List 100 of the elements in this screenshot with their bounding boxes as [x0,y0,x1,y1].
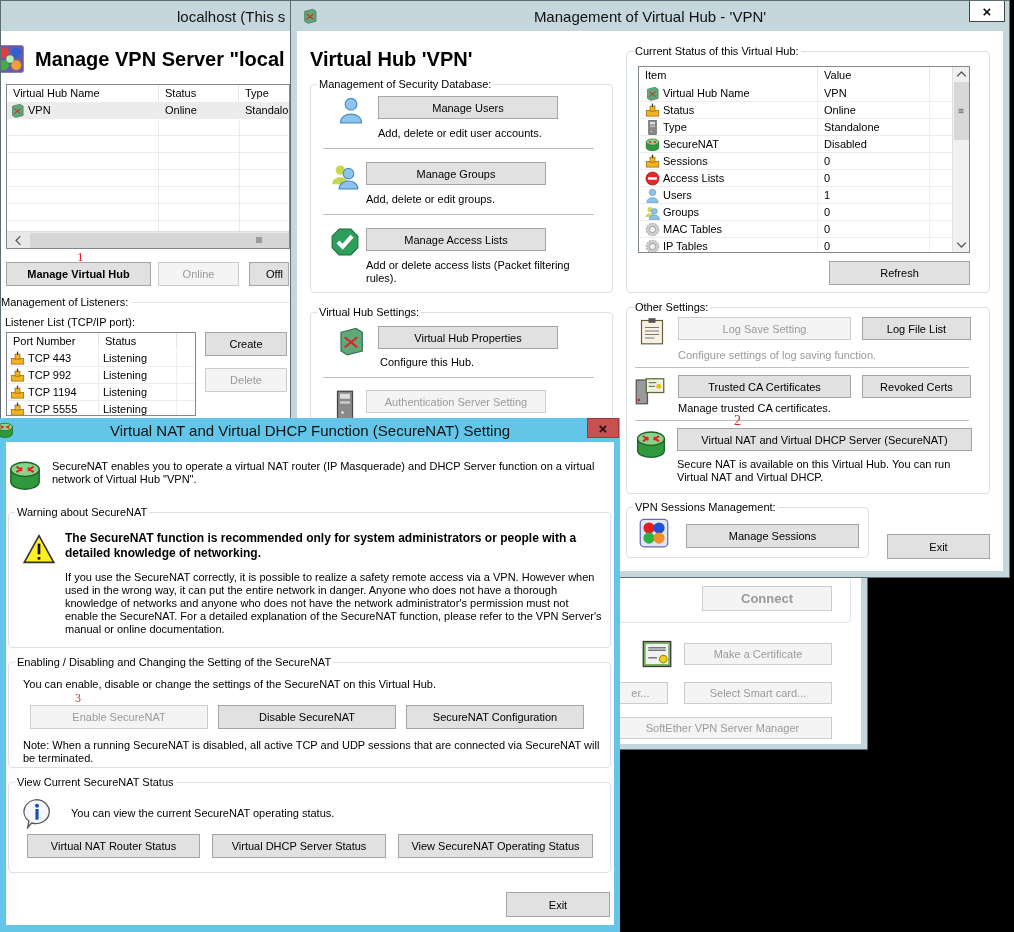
column-header[interactable]: Status [159,85,239,101]
table-cell-text: 1 [824,187,831,203]
item-description: Add, delete or edit user accounts. [378,127,543,140]
router-icon [645,136,660,152]
table-cell-text: Type [663,119,687,135]
hub-action-button[interactable]: Offl [249,262,289,286]
intro-text: SecureNAT enables you to operate a virtual NAT router (IP Masquerade) and DHCP Server function on a virtual network of Virtual Hub "VPN". [52,460,596,486]
stop-icon [645,170,660,186]
settings-button[interactable]: Trusted CA Certificates [678,375,851,398]
warning-icon [23,533,55,565]
scroll-grip-icon [253,234,265,246]
table-cell-text: VPN [824,85,847,101]
section-label: Management of Listeners: [1,295,129,309]
group-label: Current Status of this Virtual Hub: [633,44,801,58]
table-cell-text: Standalone [824,119,880,135]
router-icon [0,421,14,439]
app-logo-icon [1,44,25,74]
exit-button[interactable]: Exit [506,892,610,917]
plug-icon [645,153,660,169]
table-row[interactable]: VPN Online Standalo [7,102,289,119]
group-label: Management of Security Database: [317,77,494,91]
table-cell-text: 0 [824,221,831,237]
group-label: Other Settings: [633,300,711,314]
security-button[interactable]: Manage Users [378,96,558,119]
manage-sessions-button[interactable]: Manage Sessions [686,523,859,548]
cube-icon [302,8,318,24]
column-header[interactable]: Value [818,67,930,84]
status-button[interactable]: Virtual DHCP Server Status [212,834,386,858]
security-button[interactable]: Manage Groups [366,162,546,185]
table-cell-text: 0 [824,238,831,252]
table-cell-text: Groups [663,204,700,220]
settings-button[interactable]: Virtual Hub Properties [378,326,558,349]
hub-action-button[interactable]: Manage Virtual Hub [6,262,151,286]
table-cell-text: TCP 443 [28,350,72,366]
settings-button[interactable]: Revoked Certs [862,375,971,398]
table-cell-text: 0 [824,153,831,169]
column-header[interactable]: Virtual Hub Name [7,85,159,101]
table-cell-text: Listening [103,401,148,415]
securenat-button[interactable]: Disable SecureNAT [218,705,396,729]
clipboard-icon [638,317,666,345]
listener-action-button[interactable]: Create [205,332,287,356]
column-header[interactable]: Status [99,333,177,349]
table-cell-text: MAC Tables [663,221,723,237]
window-title: Virtual NAT and Virtual DHCP Function (SecureNAT) Setting [109,421,511,439]
horizontal-scrollbar[interactable] [7,231,289,248]
item-description: Add or delete access lists (Packet filtering rules). [366,259,571,285]
column-header[interactable]: Port Number [7,333,99,349]
table-cell-text: TCP 5555 [28,401,78,415]
plug-icon [645,102,660,118]
table-cell-text: TCP 992 [28,367,72,383]
plug-icon [10,401,25,415]
exit-button[interactable]: Exit [887,534,990,559]
security-button[interactable]: Manage Access Lists [366,228,546,251]
table-cell-text: Disabled [824,136,867,152]
group-label: Virtual Hub Settings: [317,305,422,319]
colored-dots-icon [639,518,669,548]
settings-button[interactable]: Virtual NAT and Virtual DHCP Server (SecureNAT) [677,428,972,451]
certificate-server-icon [635,375,665,405]
certificate-icon [642,639,672,669]
table-cell-text: Access Lists [663,170,725,186]
table-cell-text: Sessions [663,153,708,169]
gear-icon [645,238,660,252]
column-header[interactable]: Item [639,67,818,84]
cube-icon [645,85,660,101]
close-button[interactable]: × [587,418,619,438]
table-cell-text: Standalo [245,102,289,118]
scroll-grip-icon [956,106,966,116]
securenat-button[interactable]: SecureNAT Configuration [406,705,584,729]
table-cell-text: Online [165,102,197,118]
info-icon [21,797,53,829]
group-text: You can enable, disable or change the settings of the SecureNAT on this Virtual Hub. [23,678,437,691]
table-cell-text: Listening [103,384,148,400]
status-button[interactable]: Virtual NAT Router Status [27,834,200,858]
annotation-number: 2 [734,414,741,428]
status-button[interactable]: View SecureNAT Operating Status [398,834,593,858]
table-cell-text: Virtual Hub Name [663,85,750,101]
refresh-button[interactable]: Refresh [829,261,970,285]
close-button[interactable]: × [969,1,1005,22]
group-label: VPN Sessions Management: [633,500,778,514]
person-icon [645,187,660,203]
window-title: localhost (This s [177,7,286,25]
table-cell-text: Status [663,102,695,118]
people-icon [645,204,660,220]
table-cell-text: IP Tables [663,238,708,252]
table-cell-text: VPN [28,102,51,118]
list-label: Listener List (TCP/IP port): [5,316,135,328]
item-description: Add, delete or edit groups. [366,193,497,206]
item-description: Secure NAT is available on this Virtual Hub. You can run Virtual NAT and Virtual DHCP. [677,458,952,484]
group-label: Enabling / Disabling and Changing the Setting of the SecureNAT [15,655,334,669]
annotation-number: 1 [77,250,84,263]
table-cell-text: Listening [103,350,148,366]
settings-button[interactable]: Log File List [862,317,971,340]
plug-icon [10,367,25,383]
page-heading: Manage VPN Server "local [35,47,285,72]
item-description: Configure this Hub. [380,356,476,369]
vertical-scrollbar[interactable] [952,67,969,252]
table-cell-text: 0 [824,170,831,186]
checkmark-icon [330,228,359,256]
plug-icon [10,384,25,400]
item-description: Manage trusted CA certificates. [678,402,832,415]
